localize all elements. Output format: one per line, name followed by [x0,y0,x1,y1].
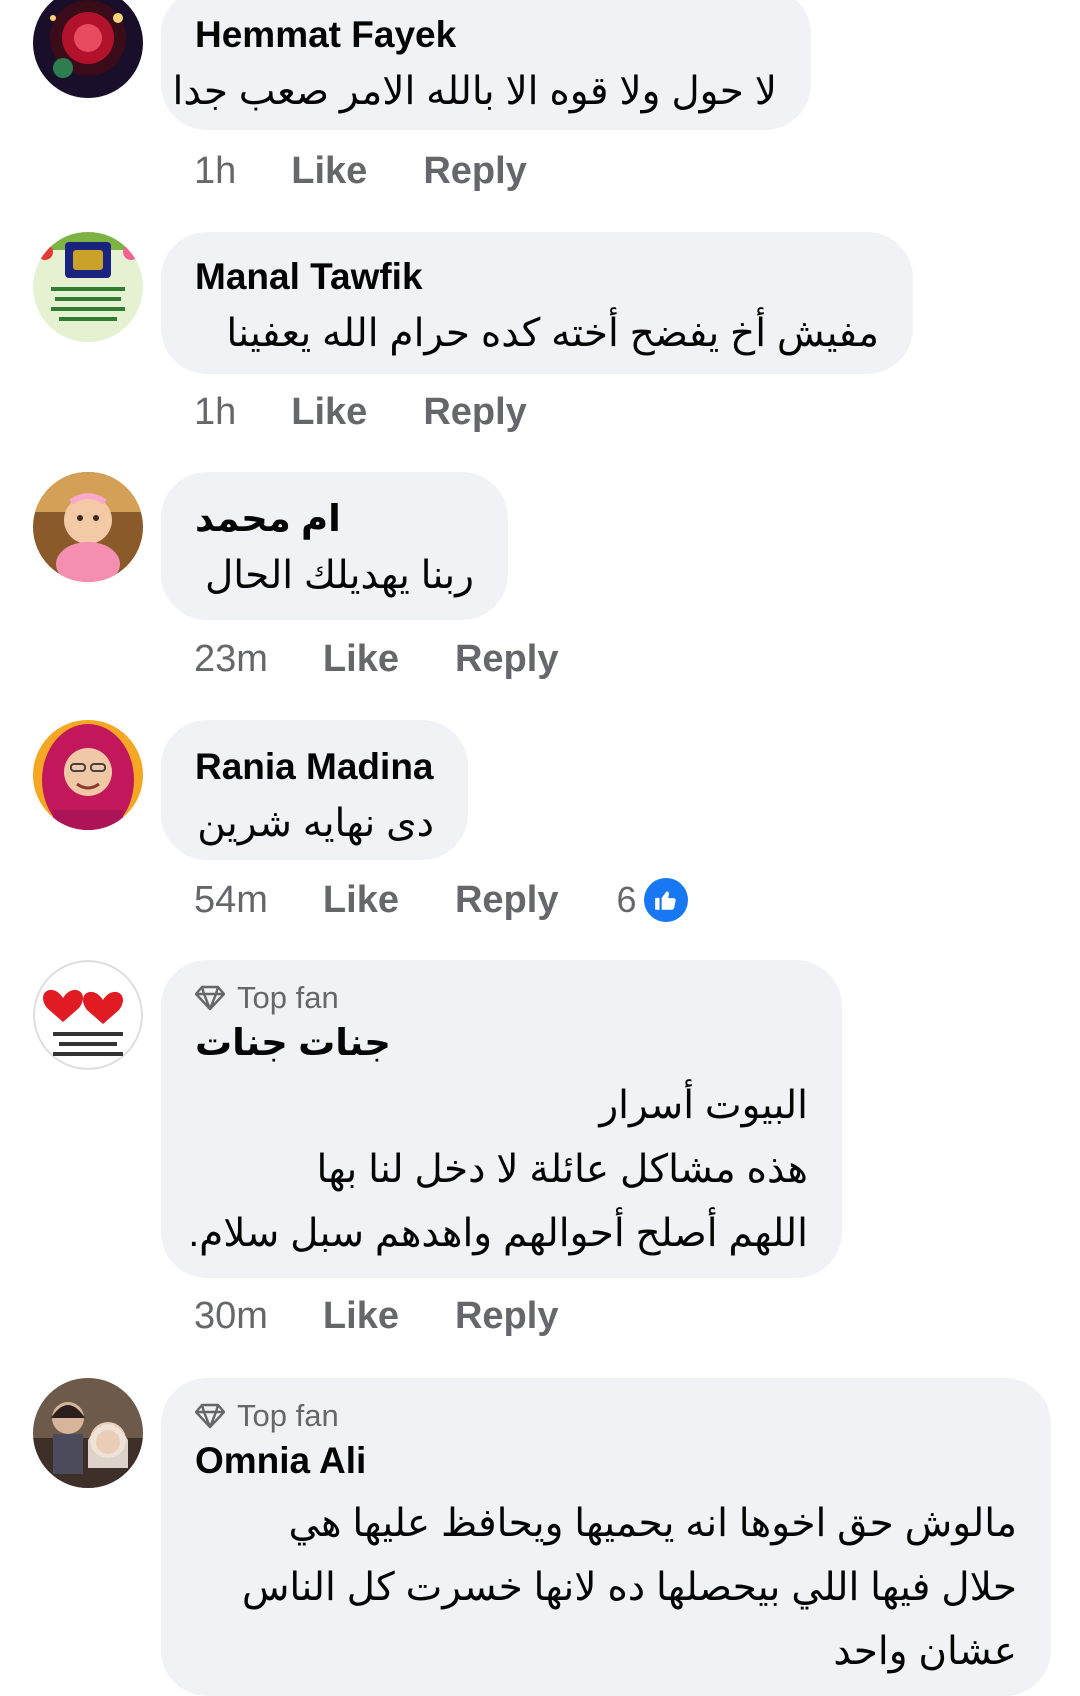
avatar-quran-image [33,232,143,342]
like-button[interactable]: Like [323,638,399,681]
comment-text: ربنا يهديلك الحال [204,554,474,597]
commenter-avatar[interactable] [33,472,143,582]
comment-bubble: Hemmat Fayek لا حول ولا قوه الا بالله ال… [161,0,811,130]
commenter-name[interactable]: Omnia Ali [195,1436,1017,1486]
avatar-woman-pink-hijab-image [33,720,143,830]
comment-bubble: Top fan Omnia Ali مالوش حق اخوها انه يحم… [161,1378,1051,1696]
comment-bubble: Top fan جنات جنات البيوت أسرار هذه مشاكل… [161,960,842,1278]
commenter-avatar[interactable] [33,960,143,1070]
comment-timestamp[interactable]: 23m [194,638,268,681]
comment-actions: 23m Like Reply [194,638,558,681]
comment-text: مفيش أخ يفضح أخته كده حرام الله يعفينا [226,312,879,355]
comment-text-line: هذه مشاكل عائلة لا دخل لنا بها [316,1148,808,1191]
top-fan-badge[interactable]: Top fan [195,978,808,1018]
like-button[interactable]: Like [323,1295,399,1338]
commenter-name[interactable]: ام محمد [195,494,474,544]
avatar-red-hearts-image [33,960,143,1070]
comment-text-line: البيوت أسرار [599,1084,808,1127]
comment-timestamp[interactable]: 1h [194,391,236,434]
reply-button[interactable]: Reply [455,638,558,681]
comment-actions: 54m Like Reply 6 [194,878,689,922]
comment-text-line: مالوش حق اخوها انه يحميها ويحافظ عليها ه… [288,1502,1017,1545]
like-button[interactable]: Like [291,391,367,434]
diamond-icon [195,1403,225,1429]
comment-text-line: حلال فيها اللي بيحصلها ده لانها خسرت كل … [241,1566,1017,1609]
like-reaction-icon [644,878,689,922]
commenter-avatar[interactable] [33,1378,143,1488]
commenter-avatar[interactable] [33,0,143,98]
commenter-name[interactable]: Rania Madina [195,742,434,792]
commenter-name[interactable]: Manal Tawfik [195,252,879,302]
diamond-icon [195,985,225,1011]
comment-bubble: Manal Tawfik مفيش أخ يفضح أخته كده حرام … [161,232,913,374]
avatar-dark-red-image [33,0,143,98]
comment-actions: 30m Like Reply [194,1295,558,1338]
avatar-women-photo-image [33,1378,143,1488]
commenter-avatar[interactable] [33,232,143,342]
like-button[interactable]: Like [291,150,367,193]
comment-text: دى نهايه شرين [197,802,434,845]
reply-button[interactable]: Reply [423,150,526,193]
comment-timestamp[interactable]: 1h [194,150,236,193]
commenter-name[interactable]: Hemmat Fayek [195,10,777,60]
avatar-baby-image [33,472,143,582]
comment-bubble: Rania Madina دى نهايه شرين [161,720,468,860]
like-button[interactable]: Like [323,879,399,922]
top-fan-label: Top fan [237,1398,339,1433]
comment-timestamp[interactable]: 30m [194,1295,268,1338]
commenter-name[interactable]: جنات جنات [195,1018,808,1068]
reply-button[interactable]: Reply [423,391,526,434]
comment-text-line: اللهم أصلح أحوالهم واهدهم سبل سلام. [188,1212,808,1255]
comment-text: لا حول ولا قوه الا بالله الامر صعب جدا [172,70,777,113]
commenter-avatar[interactable] [33,720,143,830]
comment-timestamp[interactable]: 54m [194,879,268,922]
comment-actions: 1h Like Reply [194,391,527,434]
comment-bubble: ام محمد ربنا يهديلك الحال [161,472,508,620]
reply-button[interactable]: Reply [455,879,558,922]
comment-text-line: عشان واحد [833,1630,1017,1673]
reaction-count: 6 [616,879,637,920]
comment-actions: 1h Like Reply [194,150,527,193]
reply-button[interactable]: Reply [455,1295,558,1338]
top-fan-badge[interactable]: Top fan [195,1396,1017,1436]
reaction-summary[interactable]: 6 [616,878,689,922]
top-fan-label: Top fan [237,980,339,1015]
